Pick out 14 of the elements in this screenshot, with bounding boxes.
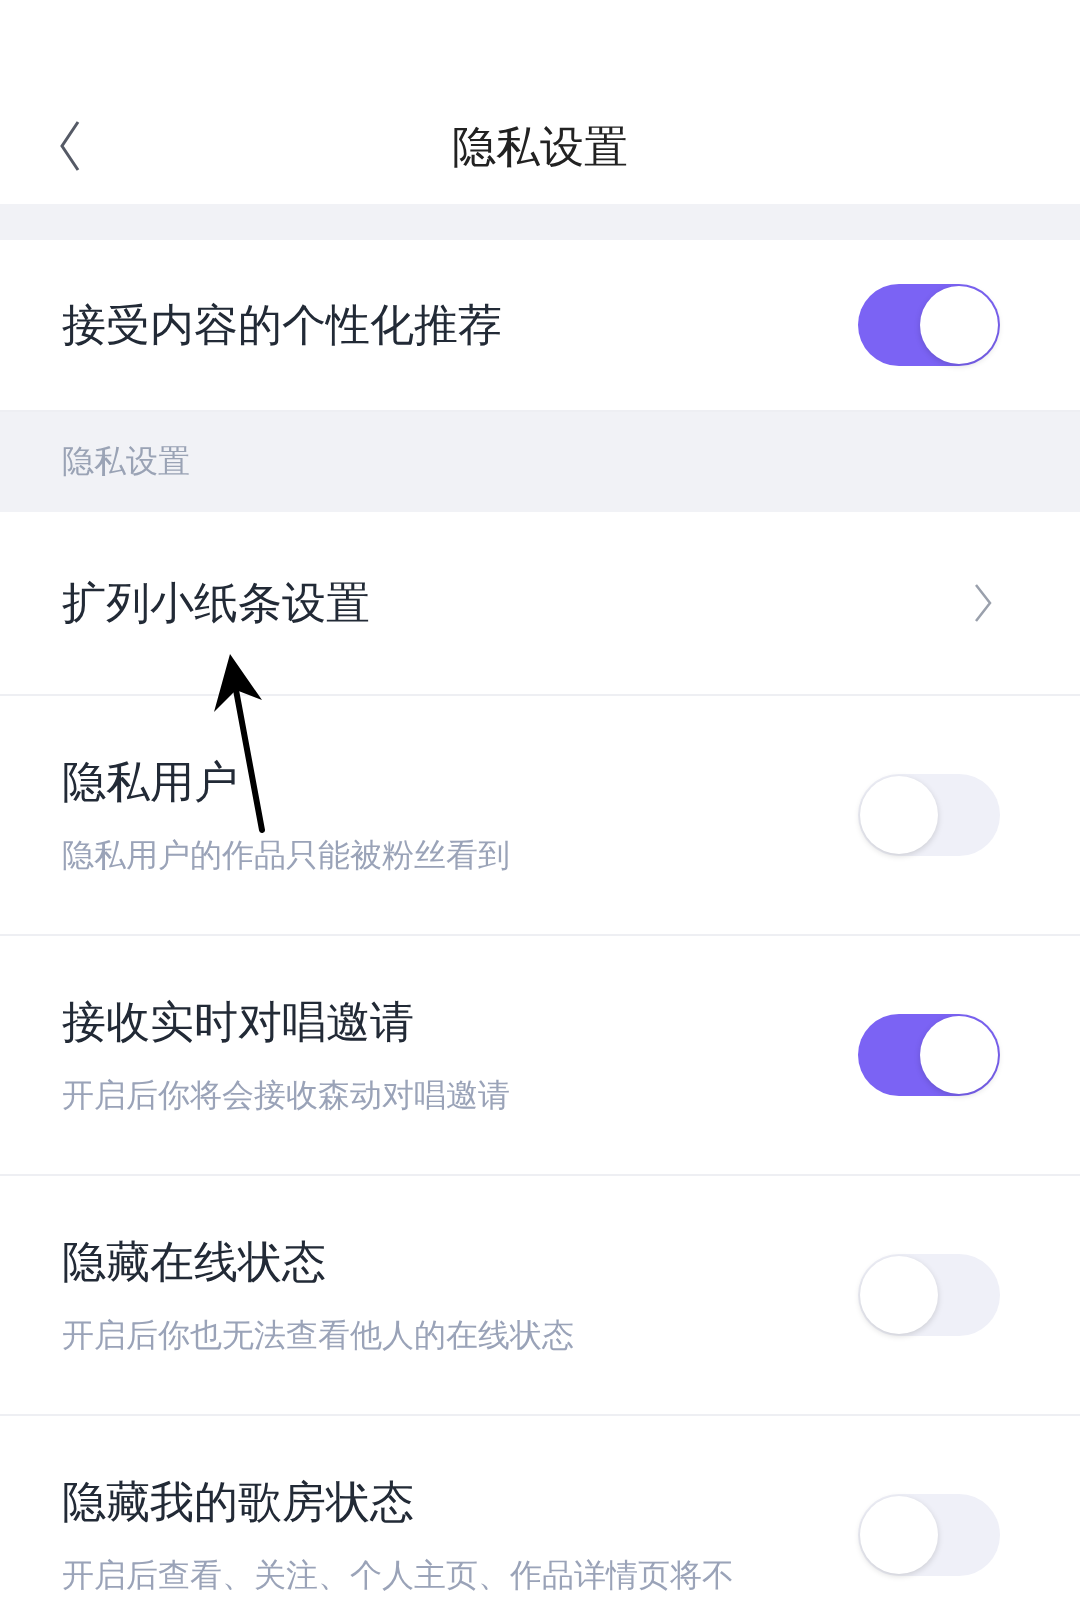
setting-label: 接收实时对唱邀请 [62, 994, 415, 1049]
section-header: 隐私设置 [62, 441, 190, 482]
setting-description: 隐私用户的作品只能被粉丝看到 [62, 834, 511, 876]
setting-label: 接受内容的个性化推荐 [62, 297, 503, 352]
chevron-icon [974, 583, 992, 623]
page-title: 隐私设置 [452, 119, 628, 174]
setting-description: 开启后你也无法查看他人的在线状态 [62, 1314, 575, 1356]
setting-label: 隐藏在线状态 [62, 1234, 327, 1289]
back-icon[interactable] [58, 120, 82, 172]
setting-description: 开启后你将会接收森动对唱邀请 [62, 1074, 511, 1116]
setting-description: 开启后查看、关注、个人主页、作品详情页将不 [62, 1554, 735, 1596]
setting-label: 隐藏我的歌房状态 [62, 1474, 415, 1529]
setting-label: 扩列小纸条设置 [62, 575, 371, 630]
setting-label: 隐私用户 [62, 754, 239, 809]
